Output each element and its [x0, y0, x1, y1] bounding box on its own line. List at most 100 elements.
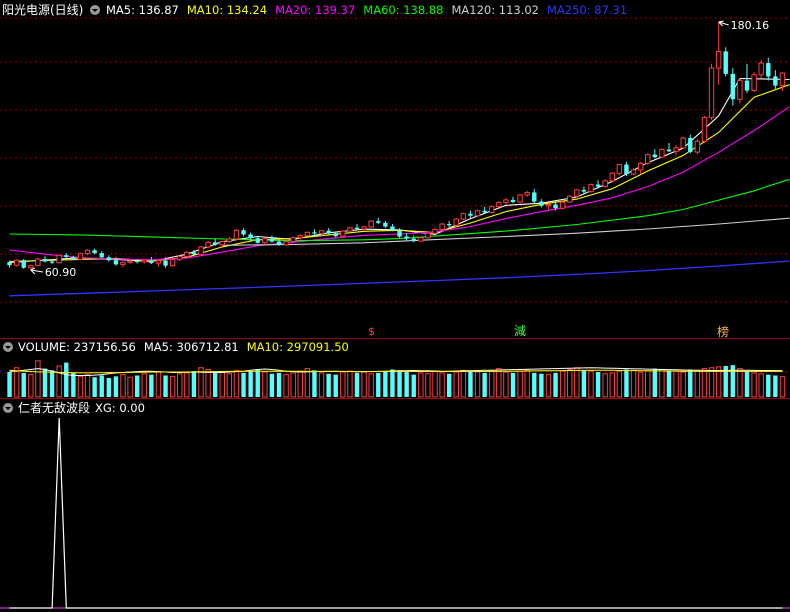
candle-body-11: [84, 249, 91, 255]
candle-50: [361, 226, 367, 231]
collapse-volume-icon[interactable]: [3, 342, 13, 352]
candle-72: [517, 193, 523, 204]
candle-107: [766, 57, 771, 81]
volume-bar-66: [474, 371, 481, 398]
ma250-line: [9, 260, 790, 297]
candle-8: [64, 253, 69, 259]
candle-body-48: [347, 227, 353, 232]
volume-bar-92: [659, 368, 665, 398]
candle-68: [489, 205, 495, 214]
candle-body-66: [474, 210, 481, 217]
chart-canvas[interactable]: 阳光电源(日线) MA5: 136.87 MA10: 134.24 MA20: 13…: [0, 0, 790, 612]
candle-body-12: [92, 250, 97, 254]
candle-65: [468, 210, 473, 218]
candle-layer: [7, 22, 786, 270]
candle-body-34: [248, 234, 253, 239]
volume-bar-81: [581, 370, 587, 397]
candle-24: [177, 255, 183, 262]
candle-66: [474, 209, 481, 217]
candle-48: [347, 226, 353, 233]
candle-body-69: [496, 201, 502, 208]
high-arrow-icon: [718, 20, 729, 27]
signal-marker-jian[interactable]: 減: [514, 323, 526, 338]
main-pane-header: 阳光电源(日线) MA5: 136.87 MA10: 134.24 MA20: 13…: [2, 3, 627, 17]
candle-body-49: [354, 227, 360, 230]
candle-body-55: [397, 230, 402, 237]
candle-84: [602, 179, 608, 188]
signal-marker-bang[interactable]: 榜: [717, 324, 729, 339]
volume-bar-39: [283, 374, 289, 398]
candle-71: [510, 197, 516, 204]
candle-body-82: [588, 184, 594, 193]
candle-body-57: [411, 238, 416, 242]
volume-bar-93: [666, 370, 672, 397]
candle-13: [99, 251, 104, 259]
stock-title[interactable]: 阳光电源(日线): [2, 3, 83, 17]
candle-body-36: [262, 238, 268, 244]
volume-bar-61: [439, 372, 445, 398]
candle-body-81: [581, 189, 587, 192]
candle-10: [77, 252, 84, 260]
volume-bar-16: [120, 374, 126, 398]
candle-body-38: [276, 241, 282, 245]
candle-98: [701, 115, 708, 143]
candle-32: [233, 229, 240, 241]
candle-14: [106, 255, 112, 262]
candle-93: [666, 142, 672, 153]
candle-40: [290, 236, 296, 243]
candle-body-9: [71, 256, 76, 260]
candle-73: [524, 190, 530, 198]
volume-bar-47: [340, 371, 346, 398]
volume-bar-40: [290, 372, 296, 398]
volume-bar-34: [248, 371, 253, 397]
candle-body-46: [333, 233, 338, 237]
volume-bar-22: [163, 375, 168, 397]
volume-bar-59: [425, 373, 431, 398]
candle-35: [255, 236, 260, 244]
candle-body-103: [737, 80, 743, 100]
candle-body-104: [744, 80, 750, 91]
chart-stage: 阳光电源(日线) MA5: 136.87 MA10: 134.24 MA20: 13…: [0, 0, 790, 612]
volume-bar-52: [376, 372, 381, 397]
candle-body-71: [510, 199, 516, 203]
volume-bar-35: [255, 369, 260, 397]
candle-body-41: [297, 235, 303, 239]
volume-bar-4: [35, 360, 41, 398]
candle-47: [340, 230, 346, 237]
volume-bar-15: [113, 376, 119, 397]
volume-bar-109: [779, 376, 786, 398]
indicator-title[interactable]: 仁者无敌波段: [18, 400, 90, 415]
candle-79: [567, 194, 573, 204]
volume-bar-108: [773, 375, 778, 397]
volume-bar-layer: [7, 360, 786, 398]
collapse-indicator-icon[interactable]: [3, 403, 13, 413]
candle-body-24: [177, 255, 183, 260]
volume-bar-82: [588, 370, 594, 398]
volume-bar-29: [212, 371, 218, 397]
candle-28: [205, 240, 211, 249]
volume-bar-2: [21, 372, 26, 397]
signal-marker-s[interactable]: $: [368, 325, 375, 338]
candle-body-13: [99, 253, 104, 258]
candle-body-44: [318, 230, 325, 235]
candle-96: [688, 134, 693, 154]
candle-body-6: [49, 261, 55, 263]
candle-body-40: [290, 237, 296, 243]
volume-bar-19: [141, 373, 147, 398]
candle-body-61: [439, 223, 445, 230]
volume-bar-23: [169, 375, 176, 398]
ma-legend-item-4: MA120: 113.02: [451, 3, 539, 17]
candle-body-2: [21, 260, 26, 268]
candle-body-8: [64, 255, 69, 257]
volume-bar-104: [744, 371, 750, 397]
candle-body-3: [28, 265, 34, 269]
candle-body-22: [163, 260, 168, 266]
collapse-main-icon[interactable]: [90, 5, 100, 15]
candle-39: [283, 240, 289, 246]
volume-bar-105: [751, 372, 757, 398]
ma-legend-item-1: MA10: 134.24: [187, 3, 267, 17]
candle-92: [659, 148, 665, 158]
volume-bar-75: [539, 373, 544, 397]
candle-99: [708, 63, 715, 121]
candle-1: [13, 259, 20, 267]
